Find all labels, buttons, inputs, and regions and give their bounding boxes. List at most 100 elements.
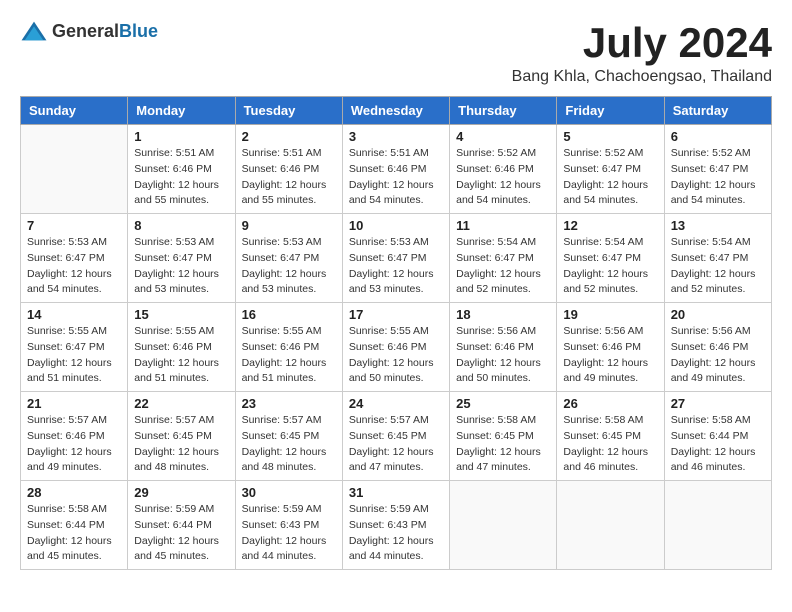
weekday-header-tuesday: Tuesday xyxy=(235,97,342,125)
day-number: 2 xyxy=(242,129,336,144)
calendar-cell: 13 Sunrise: 5:54 AMSunset: 6:47 PMDayligh… xyxy=(664,214,771,303)
calendar-week-row: 28 Sunrise: 5:58 AMSunset: 6:44 PMDayligh… xyxy=(21,481,772,570)
calendar-cell: 25 Sunrise: 5:58 AMSunset: 6:45 PMDayligh… xyxy=(450,392,557,481)
day-number: 7 xyxy=(27,218,121,233)
calendar-cell: 20 Sunrise: 5:56 AMSunset: 6:46 PMDayligh… xyxy=(664,303,771,392)
weekday-header-saturday: Saturday xyxy=(664,97,771,125)
day-number: 10 xyxy=(349,218,443,233)
day-info: Sunrise: 5:56 AMSunset: 6:46 PMDaylight:… xyxy=(563,324,657,387)
calendar-cell: 29Sunrise: 5:59 AMSunset: 6:44 PMDayligh… xyxy=(128,481,235,570)
day-info: Sunrise: 5:55 AMSunset: 6:46 PMDaylight:… xyxy=(349,324,443,387)
day-info: Sunrise: 5:55 AMSunset: 6:47 PMDaylight:… xyxy=(27,324,121,387)
logo-icon xyxy=(20,20,48,42)
day-info: Sunrise: 5:55 AMSunset: 6:46 PMDaylight:… xyxy=(134,324,228,387)
day-info: Sunrise: 5:51 AMSunset: 6:46 PMDaylight:… xyxy=(242,146,336,209)
day-number: 18 xyxy=(456,307,550,322)
calendar-week-row: 21 Sunrise: 5:57 AMSunset: 6:46 PMDayligh… xyxy=(21,392,772,481)
title-block: July 2024 Bang Khla, Chachoengsao, Thail… xyxy=(512,20,772,86)
calendar-table: SundayMondayTuesdayWednesdayThursdayFrid… xyxy=(20,96,772,570)
day-info: Sunrise: 5:58 AMSunset: 6:45 PMDaylight:… xyxy=(563,413,657,476)
day-info: Sunrise: 5:55 AMSunset: 6:46 PMDaylight:… xyxy=(242,324,336,387)
calendar-cell: 27Sunrise: 5:58 AMSunset: 6:44 PMDayligh… xyxy=(664,392,771,481)
calendar-cell: 17 Sunrise: 5:55 AMSunset: 6:46 PMDayligh… xyxy=(342,303,449,392)
day-number: 13 xyxy=(671,218,765,233)
day-info: Sunrise: 5:53 AMSunset: 6:47 PMDaylight:… xyxy=(242,235,336,298)
day-number: 4 xyxy=(456,129,550,144)
day-number: 15 xyxy=(134,307,228,322)
day-info: Sunrise: 5:56 AMSunset: 6:46 PMDaylight:… xyxy=(456,324,550,387)
calendar-cell: 22 Sunrise: 5:57 AMSunset: 6:45 PMDayligh… xyxy=(128,392,235,481)
logo-blue: Blue xyxy=(119,21,158,41)
weekday-header-monday: Monday xyxy=(128,97,235,125)
weekday-header-friday: Friday xyxy=(557,97,664,125)
day-number: 29 xyxy=(134,485,228,500)
weekday-header-sunday: Sunday xyxy=(21,97,128,125)
day-info: Sunrise: 5:58 AMSunset: 6:44 PMDaylight:… xyxy=(27,502,121,565)
calendar-week-row: 7 Sunrise: 5:53 AMSunset: 6:47 PMDaylight… xyxy=(21,214,772,303)
day-info: Sunrise: 5:52 AMSunset: 6:47 PMDaylight:… xyxy=(563,146,657,209)
day-number: 9 xyxy=(242,218,336,233)
calendar-week-row: 14 Sunrise: 5:55 AMSunset: 6:47 PMDayligh… xyxy=(21,303,772,392)
day-info: Sunrise: 5:52 AMSunset: 6:47 PMDaylight:… xyxy=(671,146,765,209)
calendar-cell: 8 Sunrise: 5:53 AMSunset: 6:47 PMDaylight… xyxy=(128,214,235,303)
calendar-cell: 11Sunrise: 5:54 AMSunset: 6:47 PMDayligh… xyxy=(450,214,557,303)
calendar-cell: 23 Sunrise: 5:57 AMSunset: 6:45 PMDayligh… xyxy=(235,392,342,481)
day-number: 26 xyxy=(563,396,657,411)
logo-general: General xyxy=(52,21,119,41)
calendar-cell: 12Sunrise: 5:54 AMSunset: 6:47 PMDayligh… xyxy=(557,214,664,303)
day-info: Sunrise: 5:59 AMSunset: 6:43 PMDaylight:… xyxy=(349,502,443,565)
day-number: 28 xyxy=(27,485,121,500)
day-info: Sunrise: 5:53 AMSunset: 6:47 PMDaylight:… xyxy=(27,235,121,298)
day-info: Sunrise: 5:58 AMSunset: 6:44 PMDaylight:… xyxy=(671,413,765,476)
calendar-cell: 19Sunrise: 5:56 AMSunset: 6:46 PMDayligh… xyxy=(557,303,664,392)
day-number: 30 xyxy=(242,485,336,500)
day-number: 1 xyxy=(134,129,228,144)
day-number: 23 xyxy=(242,396,336,411)
calendar-cell xyxy=(664,481,771,570)
calendar-cell: 1 Sunrise: 5:51 AMSunset: 6:46 PMDaylight… xyxy=(128,125,235,214)
day-number: 20 xyxy=(671,307,765,322)
calendar-cell: 2 Sunrise: 5:51 AMSunset: 6:46 PMDaylight… xyxy=(235,125,342,214)
day-info: Sunrise: 5:53 AMSunset: 6:47 PMDaylight:… xyxy=(349,235,443,298)
calendar-cell: 3Sunrise: 5:51 AMSunset: 6:46 PMDaylight… xyxy=(342,125,449,214)
day-number: 25 xyxy=(456,396,550,411)
day-number: 21 xyxy=(27,396,121,411)
calendar-cell: 21 Sunrise: 5:57 AMSunset: 6:46 PMDayligh… xyxy=(21,392,128,481)
month-title: July 2024 xyxy=(512,20,772,66)
calendar-cell: 18 Sunrise: 5:56 AMSunset: 6:46 PMDayligh… xyxy=(450,303,557,392)
logo: GeneralBlue xyxy=(20,20,158,42)
day-info: Sunrise: 5:57 AMSunset: 6:45 PMDaylight:… xyxy=(349,413,443,476)
day-number: 3 xyxy=(349,129,443,144)
day-number: 17 xyxy=(349,307,443,322)
day-number: 12 xyxy=(563,218,657,233)
calendar-cell: 30 Sunrise: 5:59 AMSunset: 6:43 PMDayligh… xyxy=(235,481,342,570)
day-number: 8 xyxy=(134,218,228,233)
weekday-header-thursday: Thursday xyxy=(450,97,557,125)
day-info: Sunrise: 5:56 AMSunset: 6:46 PMDaylight:… xyxy=(671,324,765,387)
day-info: Sunrise: 5:54 AMSunset: 6:47 PMDaylight:… xyxy=(456,235,550,298)
day-info: Sunrise: 5:53 AMSunset: 6:47 PMDaylight:… xyxy=(134,235,228,298)
day-number: 22 xyxy=(134,396,228,411)
calendar-cell: 15 Sunrise: 5:55 AMSunset: 6:46 PMDayligh… xyxy=(128,303,235,392)
day-number: 14 xyxy=(27,307,121,322)
calendar-cell: 24Sunrise: 5:57 AMSunset: 6:45 PMDayligh… xyxy=(342,392,449,481)
location-title: Bang Khla, Chachoengsao, Thailand xyxy=(512,68,772,86)
calendar-cell: 9 Sunrise: 5:53 AMSunset: 6:47 PMDaylight… xyxy=(235,214,342,303)
day-info: Sunrise: 5:52 AMSunset: 6:46 PMDaylight:… xyxy=(456,146,550,209)
day-number: 31 xyxy=(349,485,443,500)
calendar-cell: 26 Sunrise: 5:58 AMSunset: 6:45 PMDayligh… xyxy=(557,392,664,481)
day-number: 16 xyxy=(242,307,336,322)
day-info: Sunrise: 5:54 AMSunset: 6:47 PMDaylight:… xyxy=(671,235,765,298)
day-info: Sunrise: 5:51 AMSunset: 6:46 PMDaylight:… xyxy=(134,146,228,209)
day-info: Sunrise: 5:57 AMSunset: 6:45 PMDaylight:… xyxy=(134,413,228,476)
page-header: GeneralBlue July 2024 Bang Khla, Chachoe… xyxy=(20,20,772,86)
day-info: Sunrise: 5:57 AMSunset: 6:45 PMDaylight:… xyxy=(242,413,336,476)
day-info: Sunrise: 5:59 AMSunset: 6:43 PMDaylight:… xyxy=(242,502,336,565)
calendar-cell xyxy=(21,125,128,214)
calendar-cell: 4 Sunrise: 5:52 AMSunset: 6:46 PMDaylight… xyxy=(450,125,557,214)
calendar-cell: 28 Sunrise: 5:58 AMSunset: 6:44 PMDayligh… xyxy=(21,481,128,570)
day-info: Sunrise: 5:57 AMSunset: 6:46 PMDaylight:… xyxy=(27,413,121,476)
day-info: Sunrise: 5:58 AMSunset: 6:45 PMDaylight:… xyxy=(456,413,550,476)
day-number: 6 xyxy=(671,129,765,144)
calendar-cell xyxy=(450,481,557,570)
